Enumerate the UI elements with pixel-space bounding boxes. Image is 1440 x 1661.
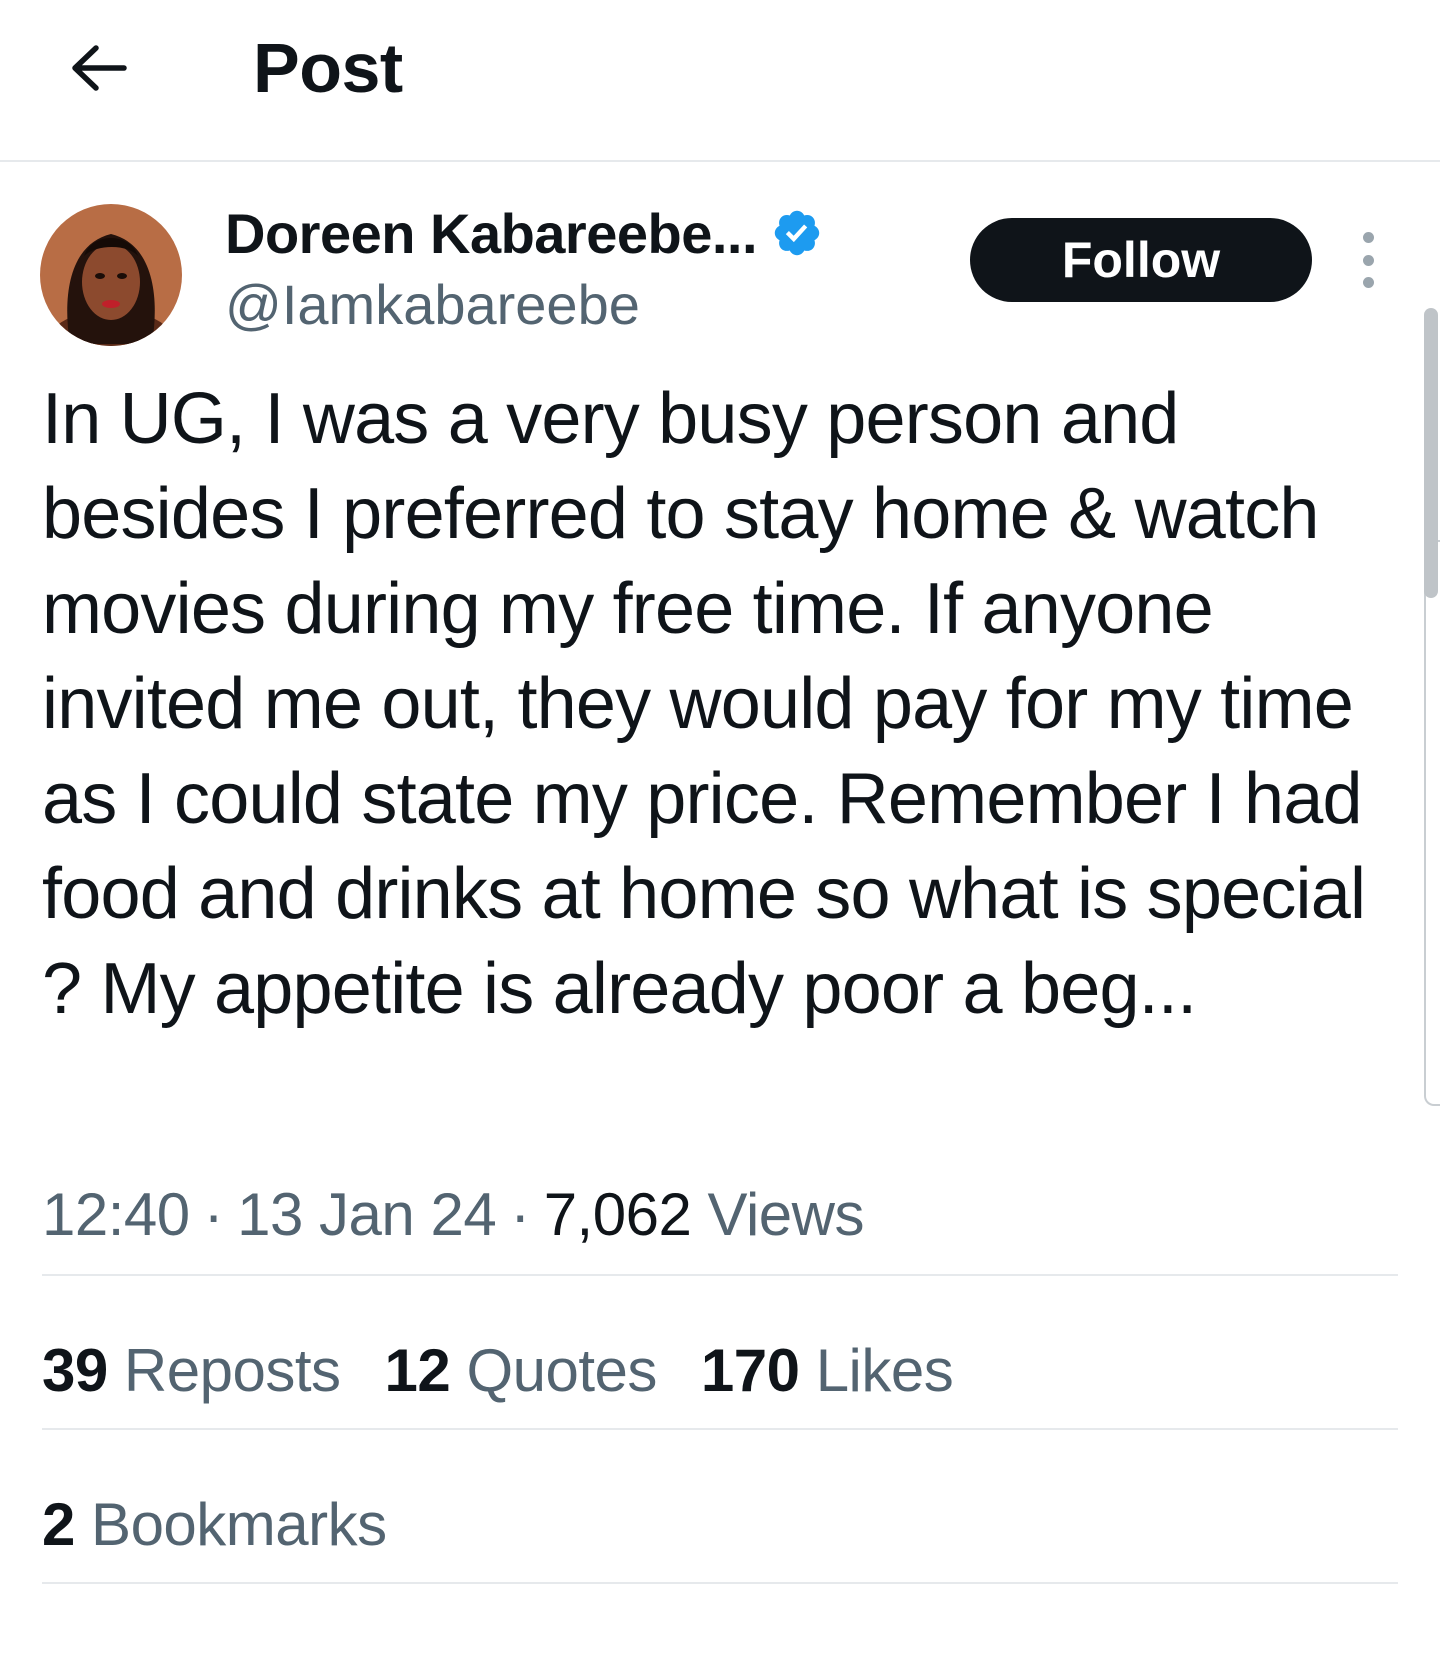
post-metadata: 12:40 · 13 Jan 24 · 7,062 Views <box>42 1181 865 1248</box>
back-button[interactable] <box>62 32 134 104</box>
verified-badge-icon <box>774 210 820 256</box>
scrollbar-track[interactable] <box>1424 540 1440 1106</box>
bookmarks-stat[interactable]: 2 Bookmarks <box>42 1490 387 1559</box>
views-count: 7,062 <box>543 1181 692 1248</box>
page-title: Post <box>253 29 403 107</box>
divider <box>42 1582 1398 1584</box>
reposts-stat[interactable]: 39 Reposts <box>42 1336 341 1405</box>
scrollbar-thumb[interactable] <box>1424 308 1438 598</box>
divider <box>42 1274 1398 1276</box>
likes-stat[interactable]: 170 Likes <box>701 1336 954 1405</box>
follow-button[interactable]: Follow <box>970 218 1312 302</box>
top-bar: Post <box>0 0 1440 162</box>
engagement-stats: 39 Reposts 12 Quotes 170 Likes <box>42 1336 997 1405</box>
post-text: In UG, I was a very busy person and besi… <box>42 379 1366 1029</box>
views-label: Views <box>707 1181 865 1248</box>
author-display-name[interactable]: Doreen Kabareebe... <box>225 201 758 266</box>
more-dots-icon <box>1362 232 1374 243</box>
author-handle[interactable]: @Iamkabareebe <box>225 272 640 337</box>
avatar[interactable] <box>40 204 182 346</box>
post-date[interactable]: 13 Jan 24 <box>237 1181 497 1248</box>
post-page: Post Doreen Kabareebe... @Iamkabareebe F… <box>0 0 1440 1661</box>
author-name-row: Doreen Kabareebe... <box>225 198 823 268</box>
divider <box>42 1428 1398 1430</box>
quotes-stat[interactable]: 12 Quotes <box>385 1336 658 1405</box>
arrow-left-icon <box>72 45 127 91</box>
more-options-button[interactable] <box>1352 232 1384 288</box>
post-time[interactable]: 12:40 <box>42 1181 190 1248</box>
